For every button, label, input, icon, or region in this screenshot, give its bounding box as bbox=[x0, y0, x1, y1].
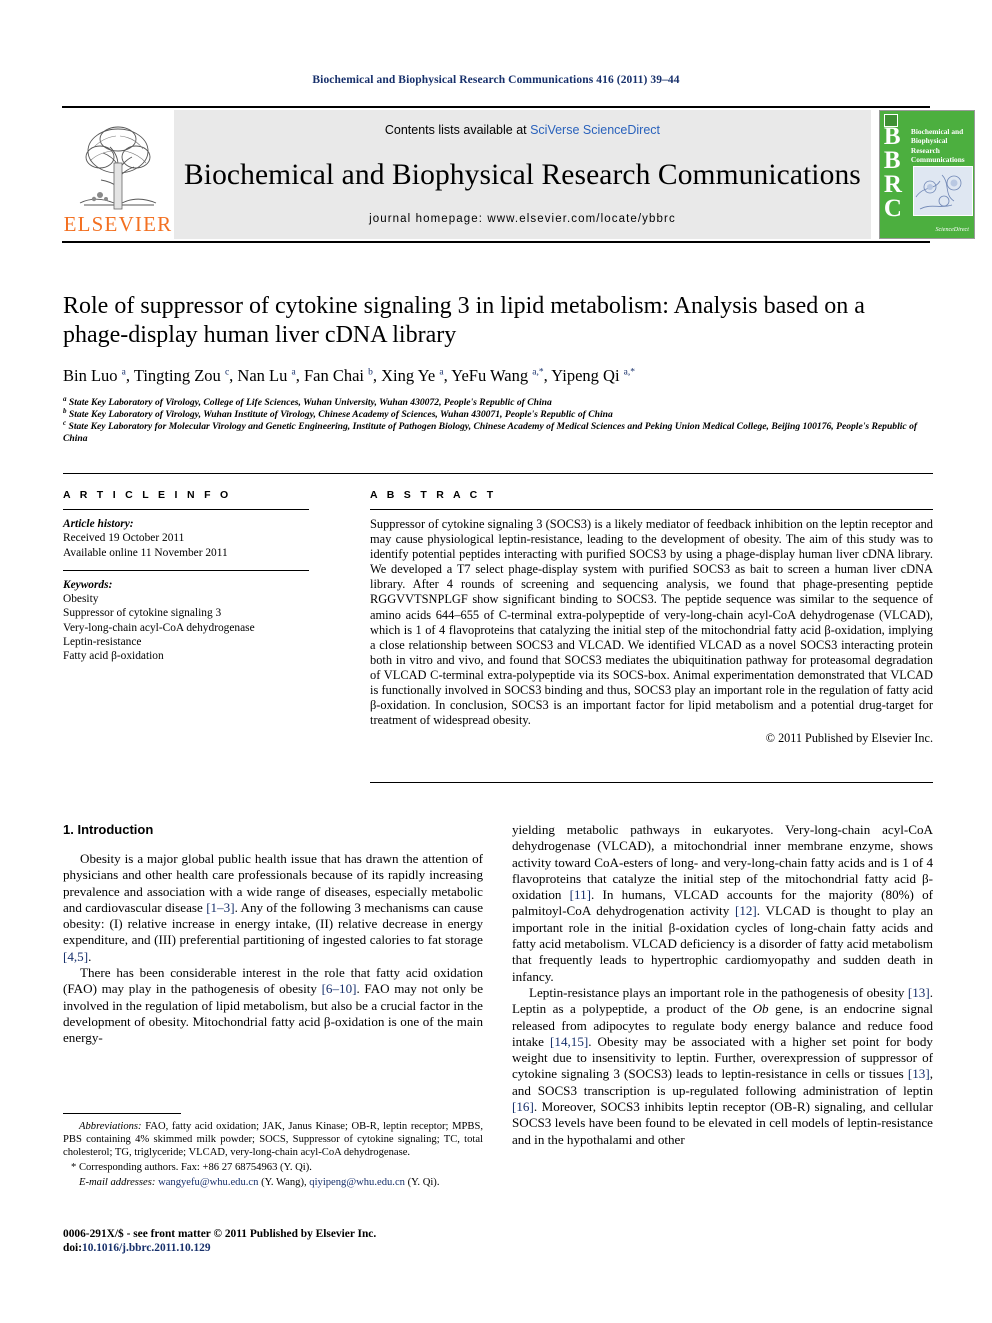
paper-page: Biochemical and Biophysical Research Com… bbox=[0, 0, 992, 1323]
body-column-left: 1. Introduction Obesity is a major globa… bbox=[63, 822, 483, 1047]
affiliation-item: c State Key Laboratory for Molecular Vir… bbox=[63, 419, 918, 445]
abstract-column: A B S T R A C T Suppressor of cytokine s… bbox=[370, 489, 933, 746]
page-footer: 0006-291X/$ - see front matter © 2011 Pu… bbox=[63, 1228, 543, 1256]
contents-available-line: Contents lists available at SciVerse Sci… bbox=[385, 123, 660, 137]
introduction-heading: 1. Introduction bbox=[63, 822, 154, 837]
keyword-item: Suppressor of cytokine signaling 3 bbox=[63, 607, 222, 620]
keywords-group: Keywords: Obesity Suppressor of cytokine… bbox=[63, 578, 309, 664]
affiliation-list: a State Key Laboratory of Virology, Coll… bbox=[63, 394, 933, 445]
article-history-group: Article history: Received 19 October 201… bbox=[63, 517, 309, 560]
journal-homepage-link[interactable]: journal homepage: www.elsevier.com/locat… bbox=[369, 213, 676, 225]
cover-publisher-mark: ScienceDirect bbox=[935, 227, 969, 233]
journal-band: Contents lists available at SciVerse Sci… bbox=[174, 110, 871, 239]
journal-cover-thumbnail: BBRC Biochemical and Biophysical Researc… bbox=[878, 110, 975, 239]
article-info-column: A R T I C L E I N F O Article history: R… bbox=[63, 489, 309, 674]
body-paragraph: yielding metabolic pathways in eukaryote… bbox=[512, 822, 934, 984]
keyword-item: Fatty acid β-oxidation bbox=[63, 650, 164, 663]
front-matter-line: 0006-291X/$ - see front matter © 2011 Pu… bbox=[63, 1228, 377, 1240]
affiliation-item: b State Key Laboratory of Virology, Wuha… bbox=[63, 406, 613, 421]
article-history-label: Article history: bbox=[63, 518, 134, 530]
title-block: Role of suppressor of cytokine signaling… bbox=[63, 292, 933, 445]
article-info-heading: A R T I C L E I N F O bbox=[63, 489, 232, 501]
doi-link[interactable]: 10.1016/j.bbrc.2011.10.129 bbox=[82, 1242, 211, 1254]
info-section-top-rule bbox=[63, 473, 933, 474]
abstract-bottom-rule bbox=[370, 782, 933, 783]
footnote-block: Abbreviations: FAO, fatty acid oxidation… bbox=[63, 1120, 483, 1189]
email-addresses-note: E-mail addresses: wangyefu@whu.edu.cn (Y… bbox=[79, 1177, 440, 1189]
article-history-item: Received 19 October 2011 bbox=[63, 532, 185, 545]
body-paragraph: Obesity is a major global public health … bbox=[63, 851, 483, 964]
elsevier-wordmark: ELSEVIER bbox=[63, 212, 173, 236]
cover-initials: BBRC bbox=[883, 123, 902, 222]
contents-prefix-text: Contents lists available at bbox=[384, 123, 531, 137]
body-column-right: yielding metabolic pathways in eukaryote… bbox=[512, 822, 933, 1148]
keyword-item: Obesity bbox=[63, 593, 99, 606]
cover-artwork-image bbox=[912, 166, 973, 216]
masthead-bottom-rule bbox=[62, 241, 930, 243]
keyword-item: Very-long-chain acyl-CoA dehydrogenase bbox=[63, 621, 255, 634]
running-head: Biochemical and Biophysical Research Com… bbox=[312, 74, 680, 86]
abstract-heading: A B S T R A C T bbox=[370, 489, 497, 501]
footnote-separator-rule bbox=[63, 1113, 181, 1114]
body-paragraph: There has been considerable interest in … bbox=[63, 965, 484, 1046]
keywords-label: Keywords: bbox=[63, 578, 113, 591]
keywords-rule bbox=[63, 569, 309, 571]
elsevier-logo: ELSEVIER bbox=[62, 110, 174, 239]
article-history-item: Available online 11 November 2011 bbox=[63, 546, 228, 559]
keyword-item: Leptin-resistance bbox=[63, 636, 142, 649]
doi-line: doi:10.1016/j.bbrc.2011.10.129 bbox=[63, 1242, 543, 1256]
article-info-rule bbox=[63, 509, 309, 510]
body-paragraph: Leptin-resistance plays an important rol… bbox=[512, 984, 933, 1147]
sciencedirect-link[interactable]: SciVerse ScienceDirect bbox=[530, 123, 660, 137]
doi-prefix: doi: bbox=[63, 1241, 82, 1254]
author-list: Bin Luo a, Tingting Zou c, Nan Lu a, Fan… bbox=[63, 366, 636, 385]
affiliation-item: a State Key Laboratory of Virology, Coll… bbox=[63, 394, 552, 408]
abstract-rule bbox=[370, 509, 933, 510]
journal-masthead: ELSEVIER Contents lists available at Sci… bbox=[62, 106, 975, 239]
abbreviations-note: Abbreviations: FAO, fatty acid oxidation… bbox=[63, 1121, 483, 1159]
abstract-copyright: © 2011 Published by Elsevier Inc. bbox=[765, 731, 933, 746]
journal-title: Biochemical and Biophysical Research Com… bbox=[184, 158, 861, 191]
corresponding-author-note: * Corresponding authors. Fax: +86 27 687… bbox=[71, 1162, 312, 1174]
abstract-text: Suppressor of cytokine signaling 3 (SOCS… bbox=[370, 517, 933, 728]
elsevier-tree-icon bbox=[79, 126, 157, 210]
page-title: Role of suppressor of cytokine signaling… bbox=[63, 293, 865, 348]
cover-journal-title: Biochemical and Biophysical Research Com… bbox=[910, 127, 965, 165]
cover-artwork-svg bbox=[913, 167, 970, 213]
